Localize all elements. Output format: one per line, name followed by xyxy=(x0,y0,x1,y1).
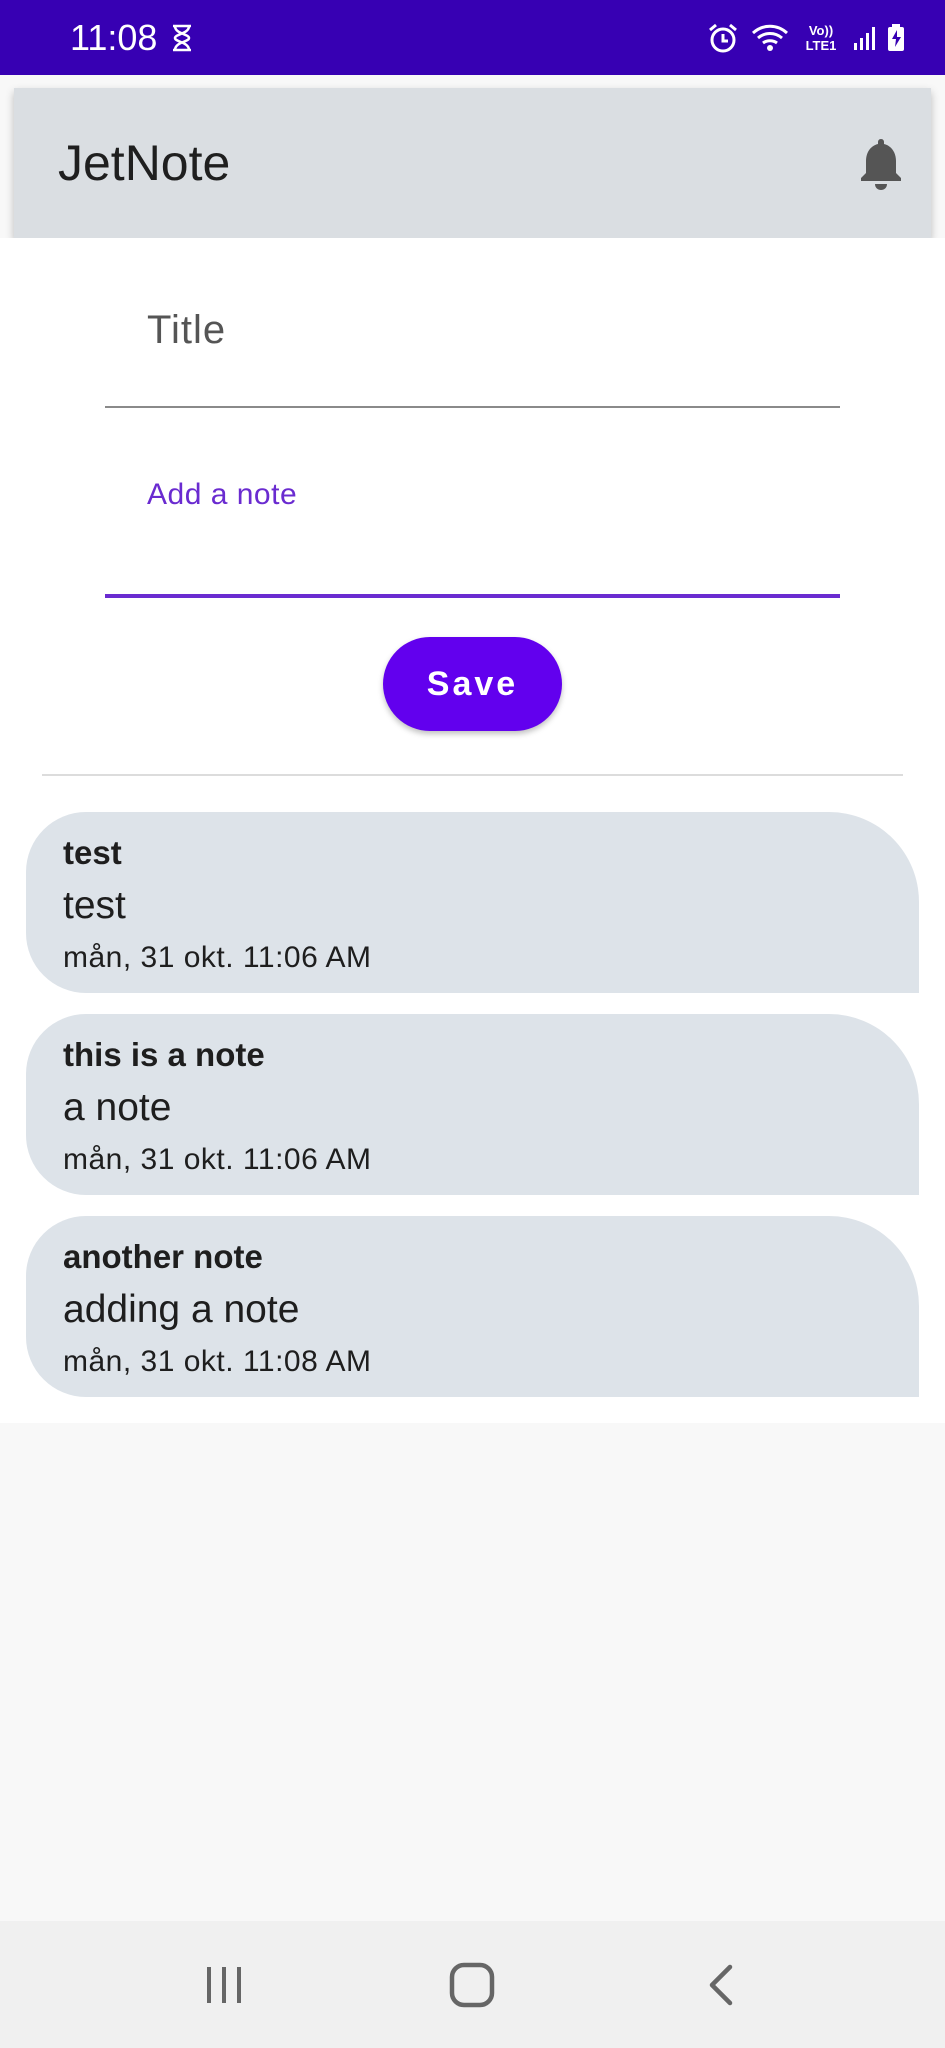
volte-lte-icon: Vo)) LTE1 xyxy=(801,22,841,54)
home-icon[interactable] xyxy=(422,1945,522,2025)
navigation-bar xyxy=(0,1921,945,2048)
status-right: Vo)) LTE1 xyxy=(707,22,905,54)
note-date: mån, 31 okt. 11:06 AM xyxy=(63,1143,372,1176)
app-bar: JetNote xyxy=(14,88,931,238)
title-placeholder: Title xyxy=(147,308,227,352)
main-content: Title Add a note Save test test mån, 31 … xyxy=(0,238,945,1423)
note-text: adding a note xyxy=(63,1288,300,1331)
recents-icon[interactable] xyxy=(174,1945,274,2025)
note-title: this is a note xyxy=(63,1036,265,1073)
notes-list: test test mån, 31 okt. 11:06 AM this is … xyxy=(26,812,919,1418)
note-text: test xyxy=(63,884,126,927)
back-icon[interactable] xyxy=(671,1945,771,2025)
note-title: test xyxy=(63,834,122,871)
bell-icon[interactable] xyxy=(851,133,911,193)
note-label: Add a note xyxy=(147,478,298,511)
note-card[interactable]: this is a note a note mån, 31 okt. 11:06… xyxy=(26,1014,919,1195)
status-bar: 11:08 Vo)) LTE1 xyxy=(0,0,945,75)
app-title: JetNote xyxy=(58,135,231,191)
note-date: mån, 31 okt. 11:06 AM xyxy=(63,941,372,974)
note-card[interactable]: test test mån, 31 okt. 11:06 AM xyxy=(26,812,919,993)
note-text: a note xyxy=(63,1086,172,1129)
title-field[interactable]: Title xyxy=(105,288,840,408)
alarm-icon xyxy=(707,22,739,54)
divider xyxy=(42,774,903,776)
wifi-icon xyxy=(751,23,789,53)
battery-charging-icon xyxy=(887,23,905,52)
note-card[interactable]: another note adding a note mån, 31 okt. … xyxy=(26,1216,919,1397)
svg-text:Vo)): Vo)) xyxy=(809,23,833,38)
note-title: another note xyxy=(63,1238,263,1275)
signal-icon xyxy=(853,25,875,51)
save-button[interactable]: Save xyxy=(383,637,562,731)
status-time: 11:08 xyxy=(70,16,158,58)
status-left: 11:08 xyxy=(70,17,193,59)
hourglass-icon xyxy=(171,24,193,52)
svg-text:LTE1: LTE1 xyxy=(806,38,837,53)
note-field[interactable]: Add a note xyxy=(105,458,840,598)
note-date: mån, 31 okt. 11:08 AM xyxy=(63,1345,372,1378)
